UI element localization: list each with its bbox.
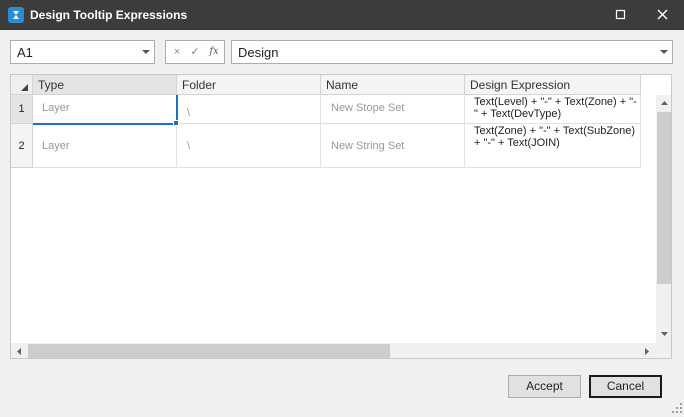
cell-folder[interactable]: \ [177,124,321,168]
cell-reference-box[interactable]: A1 [10,40,155,64]
close-icon [657,9,668,20]
cell-folder[interactable]: \ [177,95,321,124]
scroll-up-button[interactable] [656,95,671,112]
row-header[interactable]: 2 [11,124,33,168]
scroll-down-button[interactable] [656,326,671,343]
scroll-up-icon [661,101,668,105]
maximize-icon [615,9,626,20]
row-header[interactable]: 1 [11,95,33,124]
resize-grip-icon[interactable] [671,402,683,414]
close-button[interactable] [643,0,683,30]
scroll-right-icon [645,348,649,355]
chevron-down-icon [660,50,668,54]
scroll-right-button[interactable] [639,343,656,358]
formula-actions: × ✓ fx [165,40,225,64]
scroll-left-icon [17,348,21,355]
cell-name[interactable]: New Stope Set [321,95,465,124]
scroll-down-icon [661,332,668,336]
column-header-name[interactable]: Name [321,75,465,95]
chevron-down-icon [142,50,150,54]
vertical-scrollbar[interactable] [656,95,671,343]
cell-design-expression[interactable]: Text(Level) + "-" + Text(Zone) + "-" + T… [465,95,641,124]
column-header-design-expression[interactable]: Design Expression [465,75,641,95]
fill-handle[interactable] [173,120,179,126]
column-header-type[interactable]: Type [33,75,177,95]
scrollbar-corner [656,343,671,358]
cancel-edit-button[interactable]: × [168,41,186,63]
cancel-button[interactable]: Cancel [589,375,662,398]
accept-button[interactable]: Accept [508,375,581,398]
cell-reference: A1 [17,45,33,60]
confirm-edit-button[interactable]: ✓ [186,41,204,63]
expressions-grid[interactable]: Type Folder Name Design Expression 1 Lay… [10,74,672,359]
formula-dropdown[interactable] [656,41,672,63]
horizontal-scroll-thumb[interactable] [28,344,390,358]
cell-name[interactable]: New String Set [321,124,465,168]
selected-cell-border [33,95,178,125]
scroll-left-button[interactable] [11,343,28,358]
cell-design-expression[interactable]: Text(Zone) + "-" + Text(SubZone) + "-" +… [465,124,641,168]
select-all-triangle-icon [21,84,28,91]
formula-input[interactable]: Design [231,40,673,64]
app-logo-icon [8,7,24,23]
maximize-button[interactable] [601,0,641,30]
vertical-scroll-thumb[interactable] [657,112,671,284]
title-bar: Design Tooltip Expressions [0,0,684,30]
select-all-corner[interactable] [11,75,33,95]
window-title: Design Tooltip Expressions [30,8,188,22]
cell-type[interactable]: Layer [33,124,177,168]
insert-function-button[interactable]: fx [205,41,223,63]
column-header-folder[interactable]: Folder [177,75,321,95]
horizontal-scrollbar[interactable] [11,343,656,358]
formula-value: Design [238,45,279,60]
cell-reference-dropdown[interactable] [138,41,154,63]
